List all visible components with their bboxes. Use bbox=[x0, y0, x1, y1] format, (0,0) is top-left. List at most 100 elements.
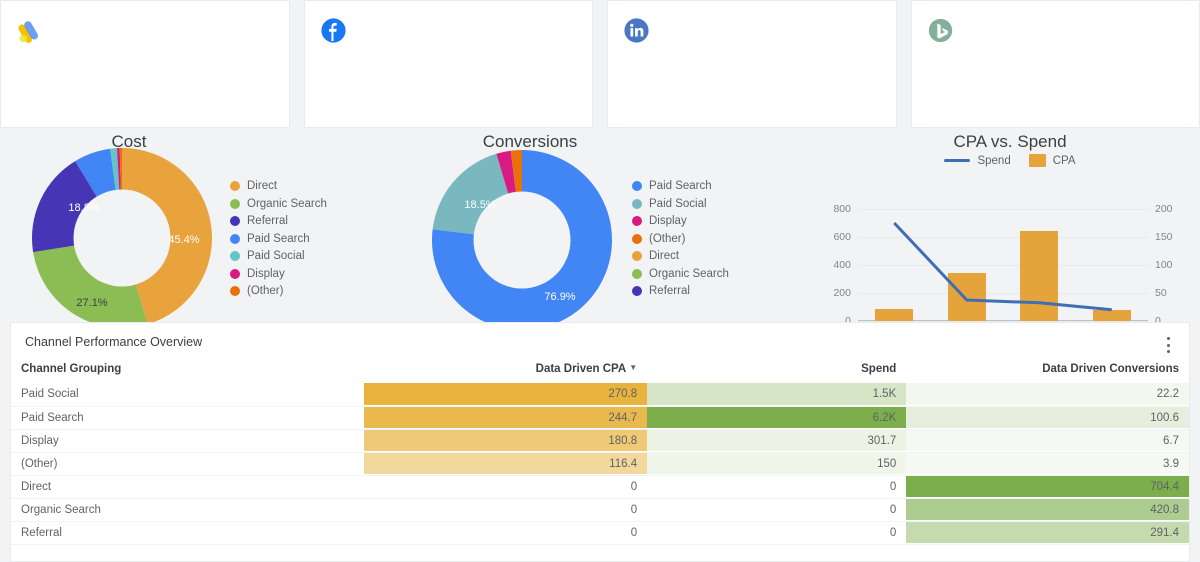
kpi-metric-conversions[interactable] bbox=[188, 51, 275, 119]
legend-item[interactable]: Display bbox=[230, 268, 327, 280]
legend-item-spend[interactable]: Spend bbox=[944, 154, 1011, 167]
conversions-donut-chart[interactable]: Conversions 76.9% 18.5% Paid Search Paid … bbox=[400, 132, 820, 330]
legend-item[interactable]: (Other) bbox=[230, 285, 327, 297]
legend-item[interactable]: Display bbox=[632, 215, 729, 227]
legend-label: (Other) bbox=[247, 285, 284, 297]
kpi-metric-cpa[interactable] bbox=[1012, 51, 1099, 119]
table-body: Paid Social 270.8 1.5K 22.2 Paid Search 2… bbox=[11, 383, 1189, 545]
table-row[interactable]: Paid Social 270.8 1.5K 22.2 bbox=[11, 383, 1189, 407]
cell-value: 6.7 bbox=[1163, 434, 1179, 447]
legend-item[interactable]: (Other) bbox=[632, 233, 729, 245]
cell-value: 116.4 bbox=[609, 457, 638, 470]
conversions-chart-legend[interactable]: Paid Search Paid Social Display (Other) … bbox=[632, 174, 729, 297]
donut-slice-label: 76.9% bbox=[544, 291, 576, 303]
kebab-menu-icon[interactable] bbox=[1161, 337, 1175, 353]
kpi-card-header bbox=[15, 11, 275, 51]
cell-data-driven-conversions: 22.2 bbox=[906, 383, 1189, 407]
kpi-metric-group bbox=[926, 51, 1186, 119]
heatmap-bar bbox=[906, 498, 1189, 520]
cell-value: 0 bbox=[630, 526, 638, 539]
cell-value: 100.6 bbox=[1150, 411, 1179, 424]
combo-plot-area[interactable]: 0020050400100600150800200googlebingfaceb… bbox=[820, 167, 1192, 343]
cell-value: 0 bbox=[630, 480, 638, 493]
column-header-channel-grouping[interactable]: Channel Grouping bbox=[11, 357, 364, 383]
legend-label: Referral bbox=[247, 215, 288, 227]
legend-item[interactable]: Paid Search bbox=[632, 180, 729, 192]
cell-value: 0 bbox=[889, 526, 897, 539]
table-title: Channel Performance Overview bbox=[25, 335, 203, 349]
column-header-data-driven-cpa[interactable]: Data Driven CPA ▼ bbox=[364, 357, 647, 383]
cost-donut-graphic[interactable]: 45.4% 27.1% 18.8% bbox=[32, 148, 212, 328]
cell-channel-grouping: (Other) bbox=[11, 452, 365, 476]
kpi-metric-conversions[interactable] bbox=[795, 51, 882, 119]
cell-data-driven-cpa: 244.7 bbox=[364, 406, 648, 430]
cell-value: 704.4 bbox=[1150, 480, 1179, 493]
kpi-card-row bbox=[0, 0, 1200, 128]
combo-chart-legend[interactable]: Spend CPA bbox=[820, 154, 1200, 167]
legend-item[interactable]: Paid Search bbox=[230, 233, 327, 245]
kpi-metric-spend[interactable] bbox=[15, 51, 102, 119]
kpi-metric-spend[interactable] bbox=[926, 51, 1013, 119]
y-axis-tick-left: 200 bbox=[833, 287, 851, 299]
heatmap-bar bbox=[647, 383, 907, 405]
cell-channel-grouping: Referral bbox=[11, 521, 365, 545]
legend-label: Paid Search bbox=[649, 180, 712, 192]
spend-legend-label: Spend bbox=[977, 154, 1011, 167]
table-row[interactable]: Display 180.8 301.7 6.7 bbox=[11, 429, 1189, 453]
table-row[interactable]: (Other) 116.4 150 3.9 bbox=[11, 452, 1189, 476]
cell-channel-grouping: Direct bbox=[11, 475, 365, 499]
legend-item[interactable]: Direct bbox=[632, 250, 729, 262]
cell-value: 3.9 bbox=[1163, 457, 1179, 470]
cell-value: 6.2K bbox=[872, 411, 897, 424]
column-header-spend[interactable]: Spend bbox=[647, 357, 906, 383]
kpi-metric-cpa[interactable] bbox=[405, 51, 492, 119]
table-row[interactable]: Referral 0 0 291.4 bbox=[11, 521, 1189, 545]
marketing-dashboard: Cost 45.4% 27.1% 18.8% Direct Organic Sear… bbox=[0, 0, 1200, 562]
heatmap-bar bbox=[647, 452, 907, 474]
cell-value: 1.5K bbox=[872, 388, 897, 401]
cell-data-driven-conversions: 6.7 bbox=[906, 429, 1189, 453]
legend-item[interactable]: Direct bbox=[230, 180, 327, 192]
legend-item-cpa[interactable]: CPA bbox=[1028, 154, 1076, 167]
column-header-data-driven-conversions[interactable]: Data Driven Conversions bbox=[906, 357, 1189, 383]
kpi-card-linkedin-ads[interactable] bbox=[607, 0, 897, 128]
legend-item[interactable]: Organic Search bbox=[230, 198, 327, 210]
legend-item[interactable]: Paid Social bbox=[632, 198, 729, 210]
y-axis-tick-left: 800 bbox=[833, 203, 851, 215]
kpi-metric-spend[interactable] bbox=[622, 51, 709, 119]
kpi-metric-cpa[interactable] bbox=[102, 51, 189, 119]
kpi-card-google-ads[interactable] bbox=[0, 0, 290, 128]
legend-color-dot bbox=[230, 268, 240, 279]
legend-label: Display bbox=[247, 267, 285, 280]
cpa-vs-spend-chart[interactable]: CPA vs. Spend Spend CPA 0 0 200 50 400 100 600… bbox=[820, 132, 1200, 338]
cell-spend: 1.5K bbox=[647, 383, 907, 407]
kpi-card-facebook-ads[interactable] bbox=[303, 0, 593, 128]
cell-spend: 6.2K bbox=[647, 406, 907, 430]
cost-donut-chart[interactable]: Cost 45.4% 27.1% 18.8% Direct Organic Sear… bbox=[0, 132, 400, 328]
legend-color-dot bbox=[230, 233, 240, 244]
donut-slice-label: 45.4% bbox=[168, 234, 200, 246]
kpi-metric-cpa[interactable] bbox=[709, 51, 796, 119]
table-header: Channel Grouping Data Driven CPA ▼ Spend … bbox=[11, 357, 1189, 383]
kpi-card-bing-ads[interactable] bbox=[910, 0, 1200, 128]
kpi-metric-conversions[interactable] bbox=[492, 51, 579, 119]
legend-item[interactable]: Organic Search bbox=[632, 268, 729, 280]
legend-item[interactable]: Paid Social bbox=[230, 250, 327, 262]
cell-channel-grouping: Paid Social bbox=[11, 383, 365, 407]
cell-data-driven-conversions: 420.8 bbox=[906, 498, 1189, 522]
cost-chart-legend[interactable]: Direct Organic Search Referral Paid Sear… bbox=[230, 174, 327, 297]
legend-label: Direct bbox=[247, 180, 278, 192]
heatmap-bar bbox=[906, 475, 1189, 497]
table-row[interactable]: Direct 0 0 704.4 bbox=[11, 475, 1189, 499]
legend-item[interactable]: Referral bbox=[632, 285, 729, 297]
kpi-metric-conversions[interactable] bbox=[1099, 51, 1186, 119]
table-row[interactable]: Organic Search 0 0 420.8 bbox=[11, 498, 1189, 522]
table-row[interactable]: Paid Search 244.7 6.2K 100.6 bbox=[11, 406, 1189, 430]
kpi-metric-spend[interactable] bbox=[319, 51, 406, 119]
sort-descending-caret[interactable]: ▼ bbox=[629, 363, 637, 372]
conversions-donut-graphic[interactable]: 76.9% 18.5% bbox=[432, 150, 612, 330]
cell-data-driven-cpa: 116.4 bbox=[364, 452, 648, 476]
cell-value: 301.7 bbox=[867, 434, 897, 447]
table-header-row: Channel Grouping Data Driven CPA ▼ Spend … bbox=[11, 357, 1189, 383]
legend-item[interactable]: Referral bbox=[230, 215, 327, 227]
